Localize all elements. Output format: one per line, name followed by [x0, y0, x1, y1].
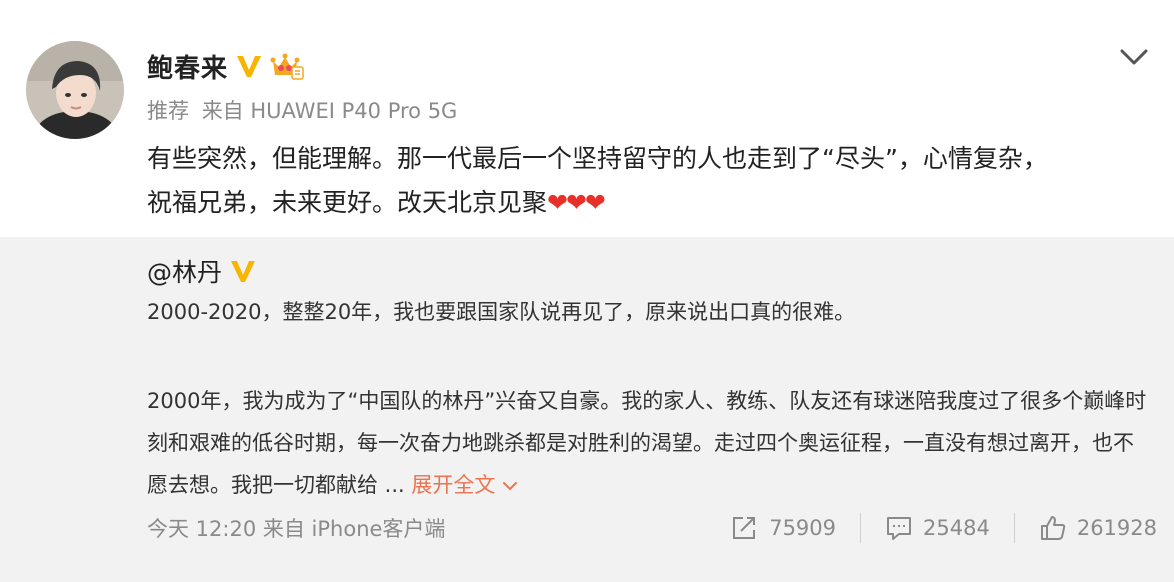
like-count: 261928 — [1076, 516, 1157, 540]
chevron-down-icon — [503, 482, 518, 491]
repost-actions: 75909 25484 261928 — [731, 513, 1157, 543]
share-arrow-icon — [733, 517, 756, 539]
like-button[interactable]: 261928 — [1039, 514, 1157, 542]
original-paragraph-2: 2000年，我为成为了“中国队的林丹”兴奋又自豪。我的家人、教练、队友还有球迷陪… — [147, 380, 1147, 506]
weibo-post-card: 鲍春来 推荐 来自 HUAWEI P40 Pro 5G 有些突然，但能理解。那一… — [0, 0, 1174, 582]
divider — [1013, 513, 1015, 543]
comment-count: 25484 — [923, 516, 990, 540]
post-body: 有些突然，但能理解。那一代最后一个坚持留守的人也走到了“尽头”，心情复杂， 祝福… — [147, 137, 1147, 225]
comment-button[interactable]: 25484 — [885, 515, 990, 541]
expand-full-text-link[interactable]: 展开全文 — [411, 473, 519, 497]
recommend-label: 推荐 — [147, 99, 189, 123]
repost-timestamp: 今天 12:20 来自 iPhone客户端 — [147, 517, 446, 541]
post-menu-chevron-down-icon[interactable] — [1116, 42, 1152, 72]
author-row: 鲍春来 — [147, 46, 304, 86]
repost-button[interactable]: 75909 — [731, 515, 836, 541]
original-author-name[interactable]: @林丹 — [147, 253, 222, 289]
post-text-line-2-content: 祝福兄弟，未来更好。改天北京见聚 — [147, 188, 548, 217]
original-paragraph-1: 2000-2020，整整20年，我也要跟国家队说再见了，原来说出口真的很难。 — [147, 300, 856, 324]
divider — [860, 513, 862, 543]
expand-full-text-label: 展开全文 — [411, 473, 496, 497]
post-source: 来自 HUAWEI P40 Pro 5G — [201, 99, 458, 123]
post-text-line-2: 祝福兄弟，未来更好。改天北京见聚❤❤❤ — [147, 181, 1147, 225]
verified-v-icon — [228, 256, 258, 286]
repost-count: 75909 — [769, 516, 837, 540]
heart-emoji-icon: ❤❤❤ — [547, 188, 606, 217]
original-post-text: 2000-2020，整整20年，我也要跟国家队说再见了，原来说出口真的很难。 2… — [147, 295, 1147, 506]
comment-icon — [887, 517, 912, 540]
thumbs-up-icon — [1040, 516, 1066, 540]
reposted-content[interactable]: @林丹 2000-2020，整整20年，我也要跟国家队说再见了，原来说出口真的很… — [0, 237, 1174, 582]
crown-badge-icon[interactable] — [270, 51, 304, 81]
post-meta: 推荐 来自 HUAWEI P40 Pro 5G — [147, 95, 463, 125]
author-name[interactable]: 鲍春来 — [147, 48, 228, 85]
avatar[interactable] — [26, 41, 124, 139]
verified-v-icon — [234, 51, 264, 81]
avatar-image — [26, 41, 124, 139]
original-paragraph-2-content: 2000年，我为成为了“中国队的林丹”兴奋又自豪。我的家人、教练、队友还有球迷陪… — [147, 389, 1147, 497]
post-text-line-1: 有些突然，但能理解。那一代最后一个坚持留守的人也走到了“尽头”，心情复杂， — [147, 144, 1048, 173]
original-author-row: @林丹 — [147, 251, 258, 291]
repost-footer: 今天 12:20 来自 iPhone客户端 75909 25484 261928 — [147, 510, 1157, 546]
